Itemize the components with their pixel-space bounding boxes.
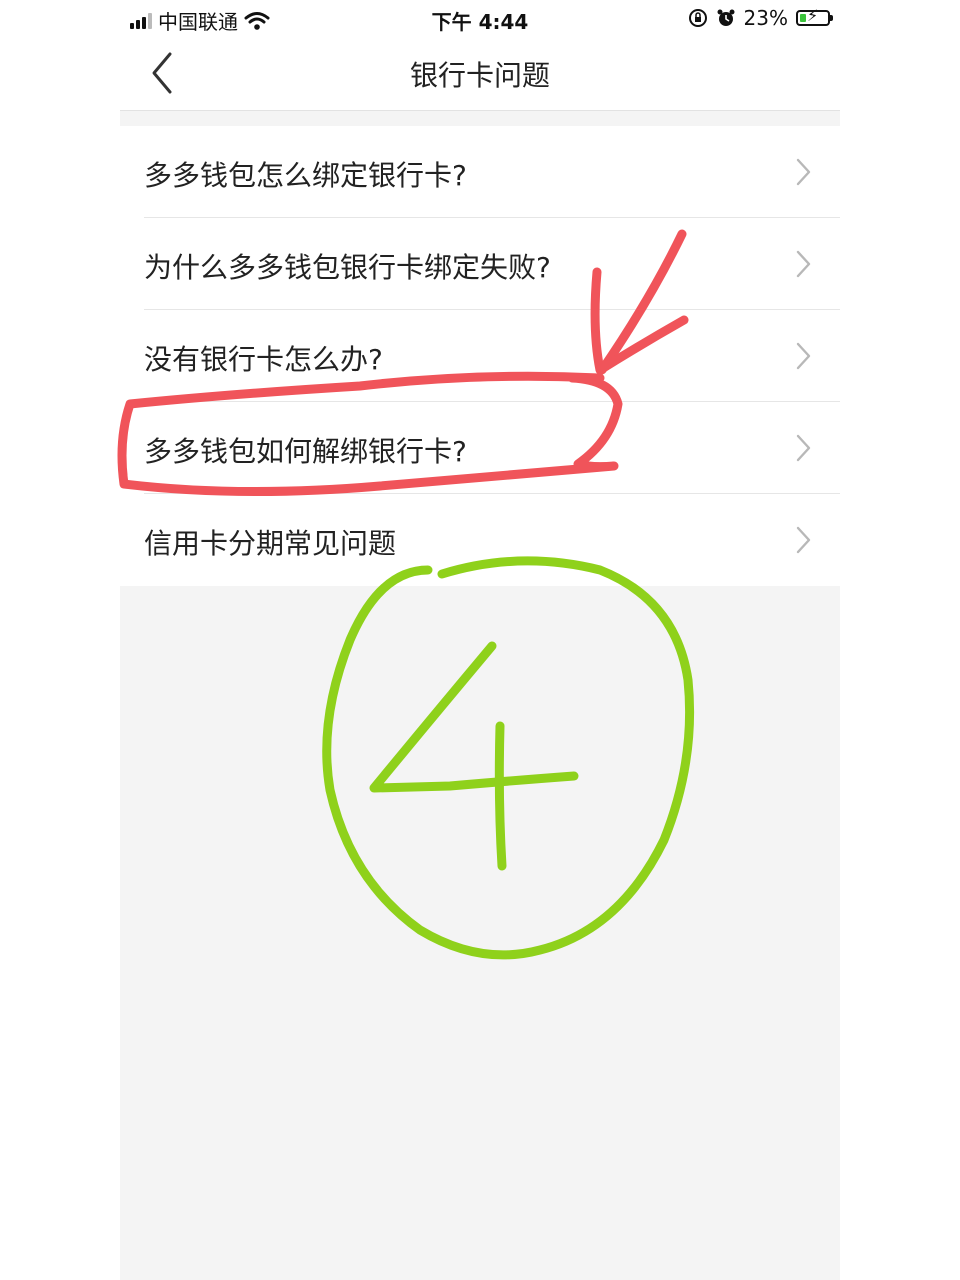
status-bar: 中国联通 下午 4:44 23% ⚡ — [120, 0, 840, 36]
alarm-icon — [717, 9, 735, 26]
chevron-right-icon — [796, 158, 811, 186]
list-item-label: 信用卡分期常见问题 — [144, 527, 397, 560]
question-list: 多多钱包怎么绑定银行卡? 为什么多多钱包银行卡绑定失败? 没有银行卡怎么办? 多… — [120, 126, 840, 586]
charging-bolt-icon: ⚡ — [807, 6, 819, 25]
battery-percent: 23% — [743, 6, 788, 30]
list-item[interactable]: 信用卡分期常见问题 — [120, 494, 840, 586]
chevron-right-icon — [796, 250, 811, 278]
orientation-lock-icon — [688, 9, 707, 27]
page-title: 银行卡问题 — [409, 59, 550, 92]
list-item[interactable]: 没有银行卡怎么办? — [120, 310, 840, 402]
list-item-label: 为什么多多钱包银行卡绑定失败? — [144, 251, 551, 284]
list-item[interactable]: 多多钱包怎么绑定银行卡? — [120, 126, 840, 218]
list-item-label: 多多钱包怎么绑定银行卡? — [144, 159, 467, 192]
list-item-label: 没有银行卡怎么办? — [144, 343, 383, 376]
phone-screen: 中国联通 下午 4:44 23% ⚡ 银行卡问题 多多钱包怎么绑定银行卡? 为什… — [120, 0, 840, 1280]
list-item-unbind-card[interactable]: 多多钱包如何解绑银行卡? — [120, 402, 840, 494]
navigation-bar: 银行卡问题 — [120, 36, 840, 111]
list-item-label: 多多钱包如何解绑银行卡? — [144, 435, 467, 468]
screenshot-canvas: 中国联通 下午 4:44 23% ⚡ 银行卡问题 多多钱包怎么绑定银行卡? 为什… — [0, 0, 960, 1280]
chevron-right-icon — [796, 434, 811, 462]
chevron-right-icon — [796, 342, 811, 370]
battery-icon: ⚡ — [796, 6, 833, 26]
chevron-right-icon — [796, 526, 811, 554]
status-right: 23% ⚡ — [688, 6, 833, 30]
battery-fill — [800, 14, 806, 22]
list-item[interactable]: 为什么多多钱包银行卡绑定失败? — [120, 218, 840, 310]
